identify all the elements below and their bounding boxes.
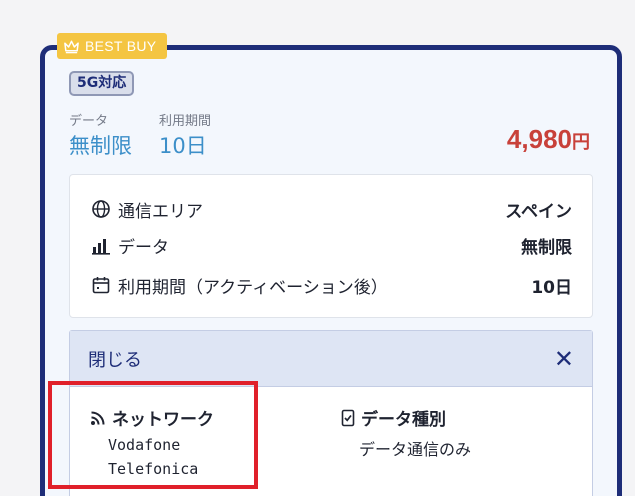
- bar-chart-icon: [90, 234, 112, 256]
- spec-key: 利用期間（アクティベーション後）: [118, 277, 388, 298]
- close-icon[interactable]: ✕: [554, 345, 574, 373]
- badge-label: BEST BUY: [85, 38, 157, 54]
- period-label: 利用期間: [159, 114, 212, 129]
- period-value: 10日: [159, 134, 207, 158]
- calendar-icon: [90, 274, 112, 296]
- price-value: 4,980: [506, 124, 572, 154]
- accordion-header[interactable]: 閉じる ✕: [70, 331, 592, 387]
- data-type-heading: データ種別: [341, 405, 446, 430]
- spec-value: 10日: [531, 277, 572, 298]
- globe-icon: [90, 198, 112, 220]
- spec-value: 無制限: [521, 237, 572, 258]
- data-type-value: データ通信のみ: [359, 440, 472, 459]
- price: 4,980円: [507, 124, 590, 155]
- spec-value: スペイン: [505, 201, 572, 222]
- 5g-tag: 5G対応: [69, 71, 135, 96]
- spec-box: 通信エリア スペイン データ 無制限 利用期間（アクティベーション後） 10日: [69, 174, 593, 318]
- spec-row-data: データ 無制限: [90, 231, 572, 259]
- document-check-icon: [341, 409, 355, 426]
- best-buy-badge: BEST BUY: [57, 33, 167, 59]
- data-type-title: データ種別: [361, 410, 446, 430]
- spec-key: データ: [118, 237, 169, 258]
- highlight-box: [48, 381, 258, 489]
- spec-row-area: 通信エリア スペイン: [90, 195, 572, 223]
- close-toggle-label[interactable]: 閉じる: [88, 346, 554, 372]
- data-label: データ: [69, 114, 109, 129]
- data-value: 無制限: [69, 134, 132, 158]
- spec-row-period: 利用期間（アクティベーション後） 10日: [90, 271, 572, 299]
- crown-icon: [64, 40, 79, 53]
- spec-key: 通信エリア: [118, 201, 203, 222]
- price-unit: 円: [572, 132, 590, 152]
